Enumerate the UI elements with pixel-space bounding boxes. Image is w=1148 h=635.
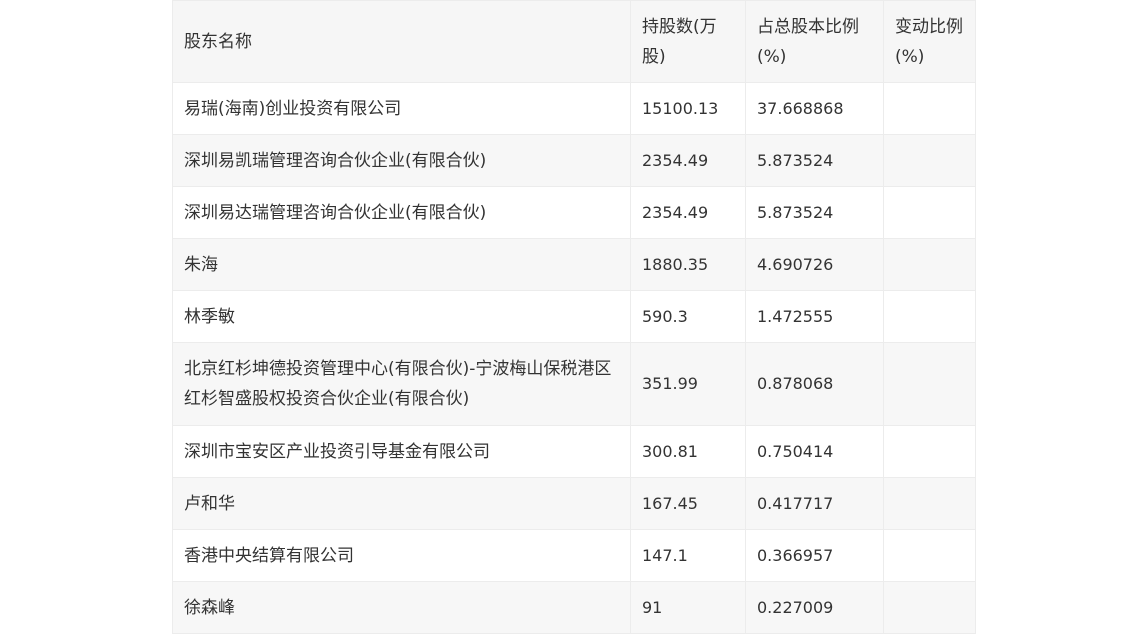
header-shareholder-name: 股东名称 — [172, 0, 631, 83]
cell-change-ratio — [883, 238, 976, 291]
header-share-ratio: 占总股本比例(%) — [745, 0, 884, 83]
cell-share-ratio: 37.668868 — [745, 82, 884, 135]
cell-change-ratio — [883, 581, 976, 634]
table-row: 深圳易凯瑞管理咨询合伙企业(有限合伙) 2354.49 5.873524 — [172, 134, 976, 187]
cell-change-ratio — [883, 342, 976, 426]
table-body: 易瑞(海南)创业投资有限公司 15100.13 37.668868 深圳易凯瑞管… — [172, 82, 976, 634]
table-row: 朱海 1880.35 4.690726 — [172, 238, 976, 291]
cell-shares-held: 15100.13 — [630, 82, 746, 135]
table-row: 易瑞(海南)创业投资有限公司 15100.13 37.668868 — [172, 82, 976, 135]
cell-shares-held: 590.3 — [630, 290, 746, 343]
cell-shares-held: 1880.35 — [630, 238, 746, 291]
table-row: 深圳易达瑞管理咨询合伙企业(有限合伙) 2354.49 5.873524 — [172, 186, 976, 239]
table-header: 股东名称 持股数(万股) 占总股本比例(%) 变动比例(%) — [172, 0, 976, 83]
cell-share-ratio: 0.878068 — [745, 342, 884, 426]
cell-shares-held: 2354.49 — [630, 186, 746, 239]
table-row: 北京红杉坤德投资管理中心(有限合伙)-宁波梅山保税港区红杉智盛股权投资合伙企业(… — [172, 342, 976, 426]
header-row: 股东名称 持股数(万股) 占总股本比例(%) 变动比例(%) — [172, 0, 976, 83]
cell-shares-held: 2354.49 — [630, 134, 746, 187]
cell-share-ratio: 4.690726 — [745, 238, 884, 291]
cell-share-ratio: 1.472555 — [745, 290, 884, 343]
cell-share-ratio: 5.873524 — [745, 134, 884, 187]
table-row: 徐森峰 91 0.227009 — [172, 581, 976, 634]
cell-change-ratio — [883, 290, 976, 343]
cell-shares-held: 147.1 — [630, 529, 746, 582]
cell-share-ratio: 0.227009 — [745, 581, 884, 634]
cell-change-ratio — [883, 82, 976, 135]
cell-change-ratio — [883, 186, 976, 239]
cell-share-ratio: 5.873524 — [745, 186, 884, 239]
cell-shareholder-name: 朱海 — [172, 238, 631, 291]
cell-shares-held: 167.45 — [630, 477, 746, 530]
cell-shareholder-name: 卢和华 — [172, 477, 631, 530]
shareholder-table-container: 股东名称 持股数(万股) 占总股本比例(%) 变动比例(%) 易瑞(海南)创业投… — [172, 0, 976, 634]
cell-shareholder-name: 深圳易凯瑞管理咨询合伙企业(有限合伙) — [172, 134, 631, 187]
shareholder-table: 股东名称 持股数(万股) 占总股本比例(%) 变动比例(%) 易瑞(海南)创业投… — [172, 0, 976, 634]
cell-shareholder-name: 徐森峰 — [172, 581, 631, 634]
cell-change-ratio — [883, 477, 976, 530]
table-row: 卢和华 167.45 0.417717 — [172, 477, 976, 530]
cell-share-ratio: 0.750414 — [745, 425, 884, 478]
cell-shareholder-name: 香港中央结算有限公司 — [172, 529, 631, 582]
cell-change-ratio — [883, 425, 976, 478]
cell-share-ratio: 0.417717 — [745, 477, 884, 530]
cell-shareholder-name: 深圳市宝安区产业投资引导基金有限公司 — [172, 425, 631, 478]
table-row: 深圳市宝安区产业投资引导基金有限公司 300.81 0.750414 — [172, 425, 976, 478]
header-shares-held: 持股数(万股) — [630, 0, 746, 83]
cell-shareholder-name: 北京红杉坤德投资管理中心(有限合伙)-宁波梅山保税港区红杉智盛股权投资合伙企业(… — [172, 342, 631, 426]
table-row: 香港中央结算有限公司 147.1 0.366957 — [172, 529, 976, 582]
cell-shareholder-name: 深圳易达瑞管理咨询合伙企业(有限合伙) — [172, 186, 631, 239]
cell-shareholder-name: 林季敏 — [172, 290, 631, 343]
cell-shares-held: 300.81 — [630, 425, 746, 478]
cell-change-ratio — [883, 529, 976, 582]
cell-shares-held: 91 — [630, 581, 746, 634]
header-change-ratio: 变动比例(%) — [883, 0, 976, 83]
cell-shares-held: 351.99 — [630, 342, 746, 426]
table-row: 林季敏 590.3 1.472555 — [172, 290, 976, 343]
cell-change-ratio — [883, 134, 976, 187]
cell-share-ratio: 0.366957 — [745, 529, 884, 582]
cell-shareholder-name: 易瑞(海南)创业投资有限公司 — [172, 82, 631, 135]
